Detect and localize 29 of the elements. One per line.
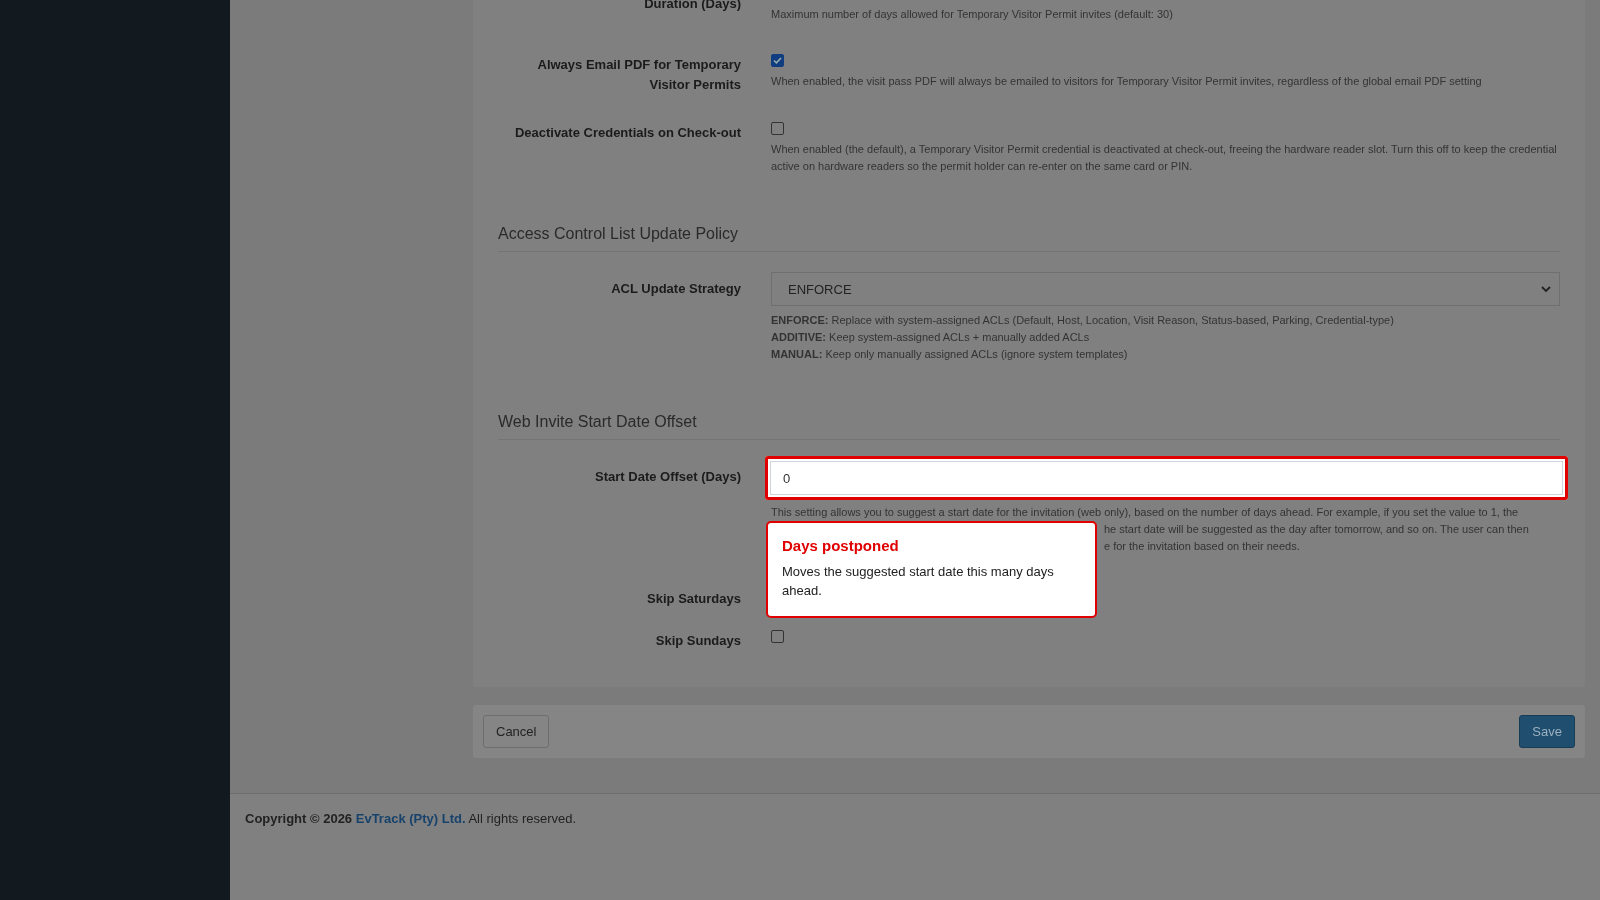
field-label: Skip Sundays xyxy=(654,632,741,650)
section-heading: Web Invite Start Date Offset xyxy=(498,413,1560,440)
caret-icon xyxy=(1541,284,1551,294)
help-text: ADDITIVE: Keep system-assigned ACLs + manually added ACLs xyxy=(771,330,1090,345)
tooltip-title: Days postponed xyxy=(782,537,900,554)
help-text: ENFORCE: Replace with system-assigned ACLs (Default, Host, Location, Visit Reason, Status-based, Parking, Credential-type) xyxy=(771,313,1394,328)
field-label: Start Date Offset (Days) xyxy=(594,468,741,486)
company-link[interactable]: EvTrack (Pty) Ltd. xyxy=(355,811,466,826)
checkbox[interactable] xyxy=(771,630,784,643)
field-label: Always Email PDF for Temporary Visitor Permits xyxy=(536,56,741,94)
help-text: When enabled, the visit pass PDF will always be emailed to visitors for Temporary Visitor Permit invites, regardless of the global email PDF setting xyxy=(771,74,1482,89)
cancel-button[interactable]: Cancel xyxy=(483,715,550,748)
field-label: ACL Update Strategy xyxy=(610,280,741,298)
copyright-text: Copyright © 2026 EvTrack (Pty) Ltd. All rights reserved. xyxy=(245,811,577,826)
help-text: Maximum number of days allowed for Temporary Visitor Permit invites (default: 30) xyxy=(771,7,1173,22)
checkbox[interactable] xyxy=(771,54,784,67)
help-text: When enabled (the default), a Temporary Visitor Permit credential is deactivated at check-out, freeing the hardware reader slot. Turn this off to keep the credential active on hardware readers so the permit holder can re-enter on the same card or PIN. xyxy=(771,142,1558,174)
help-text: he start date will be suggested as the day after tomorrow, and so on. The user can then xyxy=(1104,522,1529,537)
select-field[interactable]: ENFORCE xyxy=(771,272,1560,306)
section-heading: Access Control List Update Policy xyxy=(498,225,1560,252)
field-label: Skip Saturdays xyxy=(646,590,741,608)
checkbox[interactable] xyxy=(771,122,784,135)
help-text: e for the invitation based on their needs. xyxy=(1104,539,1300,554)
help-text: MANUAL: Keep only manually assigned ACLs (ignore system templates) xyxy=(771,347,1128,362)
save-button[interactable]: Save xyxy=(1519,715,1575,748)
field-label: Deactivate Credentials on Check-out xyxy=(513,124,741,142)
tooltip-text: Moves the suggested start date this many days ahead. xyxy=(782,563,1055,600)
input-field[interactable]: 0 xyxy=(770,461,1563,495)
help-text: This setting allows you to suggest a start date for the invitation (web only), based on the number of days ahead. For example, if you set the value to 1, the xyxy=(771,505,1519,520)
